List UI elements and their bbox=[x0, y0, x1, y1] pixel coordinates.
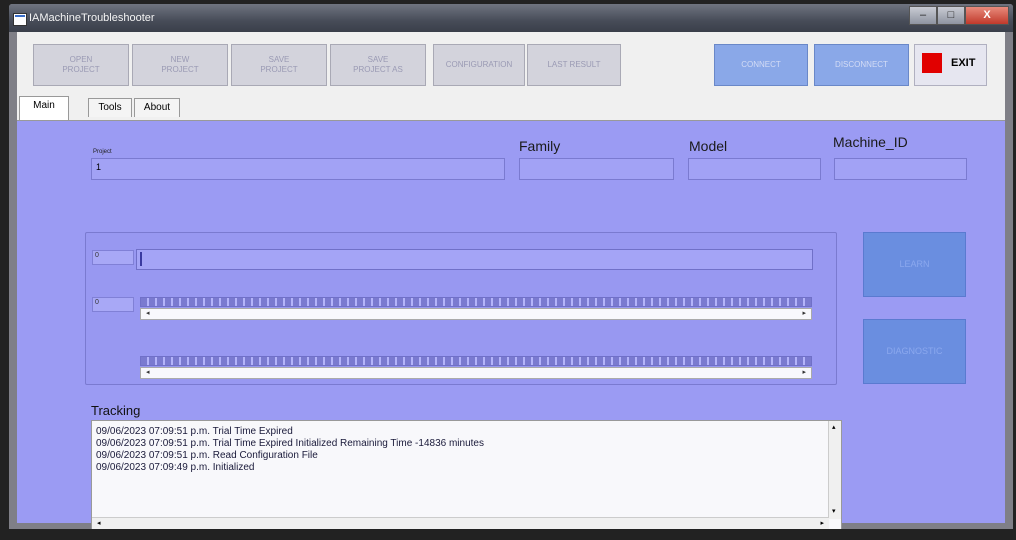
scroll-left-icon[interactable]: ◂ bbox=[146, 309, 150, 319]
open-project-button[interactable]: OPEN PROJECT bbox=[33, 44, 129, 86]
sample-grid-1[interactable] bbox=[140, 297, 812, 307]
learn-button[interactable]: LEARN bbox=[863, 232, 966, 297]
scroll-left-icon[interactable]: ◂ bbox=[146, 368, 150, 378]
disconnect-button[interactable]: DISCONNECT bbox=[814, 44, 909, 86]
machine-id-field[interactable] bbox=[834, 158, 967, 180]
last-result-button[interactable]: LAST RESULT bbox=[527, 44, 621, 86]
configuration-button[interactable]: CONFIGURATION bbox=[433, 44, 525, 86]
tab-about[interactable]: About bbox=[134, 98, 180, 117]
log-lines: 09/06/2023 07:09:51 p.m. Trial Time Expi… bbox=[96, 426, 816, 474]
tracking-vertical-scrollbar[interactable]: ▴ ▾ bbox=[828, 421, 841, 519]
sample-grid-2[interactable] bbox=[140, 356, 812, 366]
connect-button[interactable]: CONNECT bbox=[714, 44, 808, 86]
family-label: Family bbox=[519, 138, 561, 154]
app-icon bbox=[13, 13, 27, 26]
project-label: Project bbox=[93, 149, 112, 155]
model-label: Model bbox=[689, 138, 728, 154]
sample-index-box[interactable]: 0 bbox=[92, 297, 134, 312]
project-field[interactable]: 1 bbox=[91, 158, 505, 180]
signal-group: 0 0 ◂ ▸ ◂ ▸ bbox=[85, 232, 837, 385]
grid-1-scrollbar[interactable]: ◂ ▸ bbox=[140, 308, 812, 320]
maximize-icon[interactable]: □ bbox=[937, 6, 965, 25]
family-field[interactable] bbox=[519, 158, 674, 180]
log-line: 09/06/2023 07:09:49 p.m. Initialized bbox=[96, 462, 255, 473]
scroll-left-icon[interactable]: ◂ bbox=[97, 518, 101, 529]
exit-label: EXIT bbox=[951, 57, 976, 69]
scroll-right-icon[interactable]: ▸ bbox=[802, 309, 806, 319]
tracking-horizontal-scrollbar[interactable]: ◂ ▸ bbox=[92, 517, 829, 529]
model-field[interactable] bbox=[688, 158, 821, 180]
scroll-down-icon[interactable]: ▾ bbox=[832, 507, 836, 515]
window-title: IAMachineTroubleshooter bbox=[29, 12, 155, 24]
tab-tools[interactable]: Tools bbox=[88, 98, 132, 117]
window-controls: – □ X bbox=[909, 6, 1009, 25]
close-icon[interactable]: X bbox=[965, 6, 1009, 25]
save-project-button[interactable]: SAVE PROJECT bbox=[231, 44, 327, 86]
diagnostic-button[interactable]: DIAGNOSTIC bbox=[863, 319, 966, 384]
exit-button[interactable]: EXIT bbox=[914, 44, 987, 86]
save-project-as-button[interactable]: SAVE PROJECT AS bbox=[330, 44, 426, 86]
machine-id-label: Machine_ID bbox=[833, 134, 908, 150]
tracking-log[interactable]: 09/06/2023 07:09:51 p.m. Trial Time Expi… bbox=[91, 420, 842, 529]
client-area: OPEN PROJECT NEW PROJECT SAVE PROJECT SA… bbox=[17, 32, 1005, 529]
log-line: 09/06/2023 07:09:51 p.m. Trial Time Expi… bbox=[96, 426, 293, 437]
log-line: 09/06/2023 07:09:51 p.m. Trial Time Expi… bbox=[96, 438, 484, 449]
title-bar[interactable]: IAMachineTroubleshooter – □ X bbox=[9, 4, 1013, 32]
tracking-label: Tracking bbox=[91, 403, 141, 418]
scroll-up-icon[interactable]: ▴ bbox=[832, 423, 836, 431]
toolbar: OPEN PROJECT NEW PROJECT SAVE PROJECT SA… bbox=[17, 32, 1005, 97]
new-project-button[interactable]: NEW PROJECT bbox=[132, 44, 228, 86]
signal-index-box[interactable]: 0 bbox=[92, 250, 134, 265]
app-window: IAMachineTroubleshooter – □ X OPEN PROJE… bbox=[8, 3, 1014, 530]
main-panel: Project 1 Family Model Machine_ID 0 0 ◂ … bbox=[17, 120, 1005, 529]
signal-bar[interactable] bbox=[136, 249, 813, 270]
scroll-right-icon[interactable]: ▸ bbox=[820, 518, 824, 529]
grid-2-scrollbar[interactable]: ◂ ▸ bbox=[140, 367, 812, 379]
scroll-right-icon[interactable]: ▸ bbox=[802, 368, 806, 378]
minimize-icon[interactable]: – bbox=[909, 6, 937, 25]
stop-icon bbox=[922, 53, 942, 73]
tab-main[interactable]: Main bbox=[19, 96, 69, 120]
log-line: 09/06/2023 07:09:51 p.m. Read Configurat… bbox=[96, 450, 318, 461]
